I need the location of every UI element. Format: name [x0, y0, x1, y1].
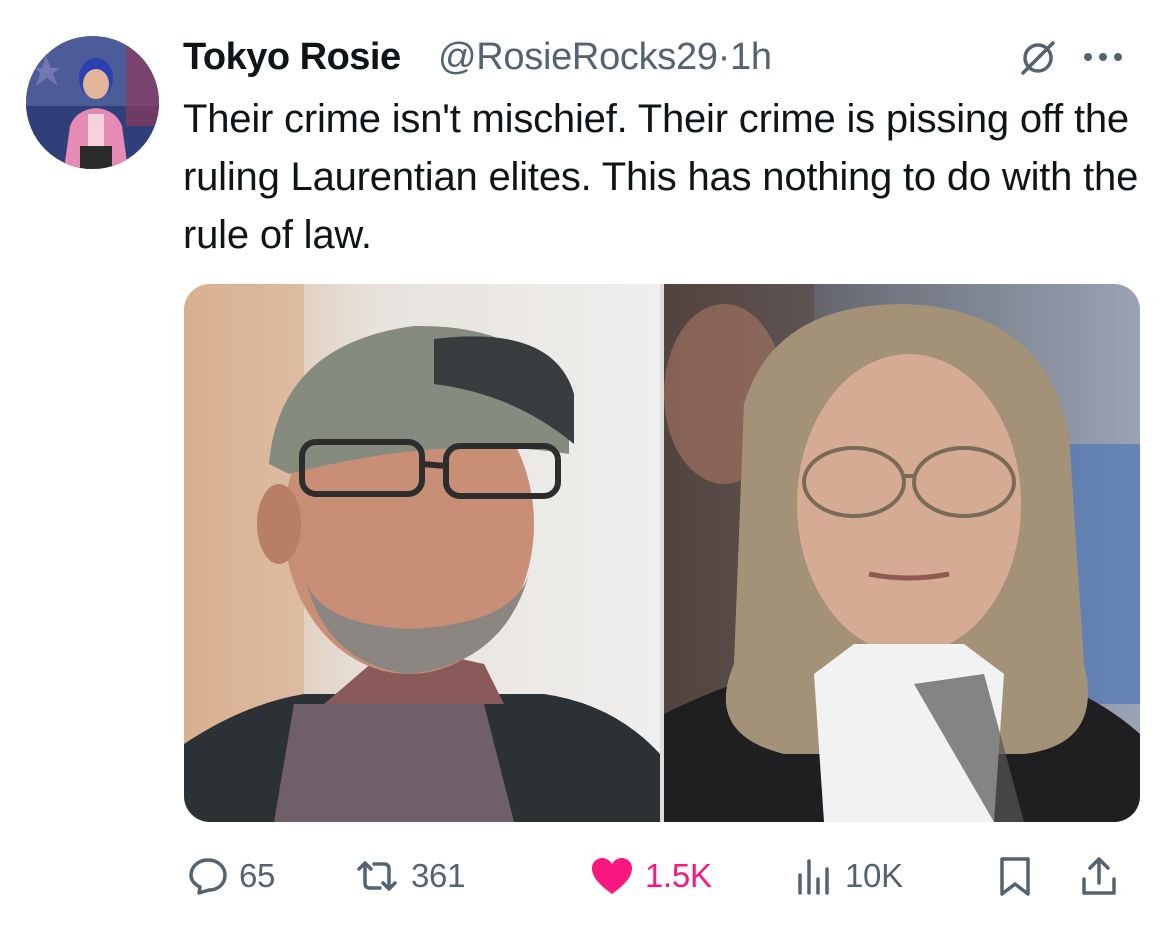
share-button[interactable]	[1079, 848, 1119, 904]
views-icon	[798, 859, 829, 895]
repost-icon	[357, 861, 397, 891]
avatar-image	[26, 36, 159, 169]
repost-count: 361	[411, 857, 466, 894]
like-count: 1.5K	[645, 857, 712, 894]
post-time[interactable]: 1h	[730, 36, 772, 78]
photo-right-illustration	[664, 284, 1140, 822]
like-button[interactable]: 1.5K	[589, 848, 712, 904]
author-name[interactable]: Tokyo Rosie	[183, 32, 401, 82]
media-grid[interactable]	[184, 284, 1140, 822]
avatar[interactable]	[26, 36, 159, 169]
action-bar: 65 361 1.5K 10K	[183, 848, 1143, 904]
photo-man-in-cap[interactable]	[184, 284, 660, 822]
tweet-text: Their crime isn't mischief. Their crime …	[183, 97, 1139, 257]
bookmark-icon	[1000, 857, 1030, 896]
reply-count: 65	[239, 857, 276, 894]
views-button[interactable]: 10K	[795, 848, 903, 904]
bookmark-button[interactable]	[997, 848, 1033, 904]
author-handle[interactable]: @RosieRocks29	[438, 36, 718, 78]
tweet-header: Tokyo Rosie @RosieRocks29·1h	[183, 32, 1149, 82]
grok-icon[interactable]	[1018, 38, 1058, 78]
views-count: 10K	[845, 857, 903, 894]
reply-icon	[189, 858, 227, 895]
photo-woman-with-glasses[interactable]	[664, 284, 1140, 822]
repost-button[interactable]: 361	[353, 848, 465, 904]
reply-button[interactable]: 65	[187, 848, 275, 904]
meta-separator: ·	[717, 36, 731, 78]
share-icon	[1082, 857, 1116, 895]
author-meta: @RosieRocks29·1h	[438, 32, 772, 82]
photo-left-illustration	[184, 284, 660, 822]
more-icon[interactable]	[1078, 40, 1128, 74]
heart-icon	[592, 858, 632, 894]
